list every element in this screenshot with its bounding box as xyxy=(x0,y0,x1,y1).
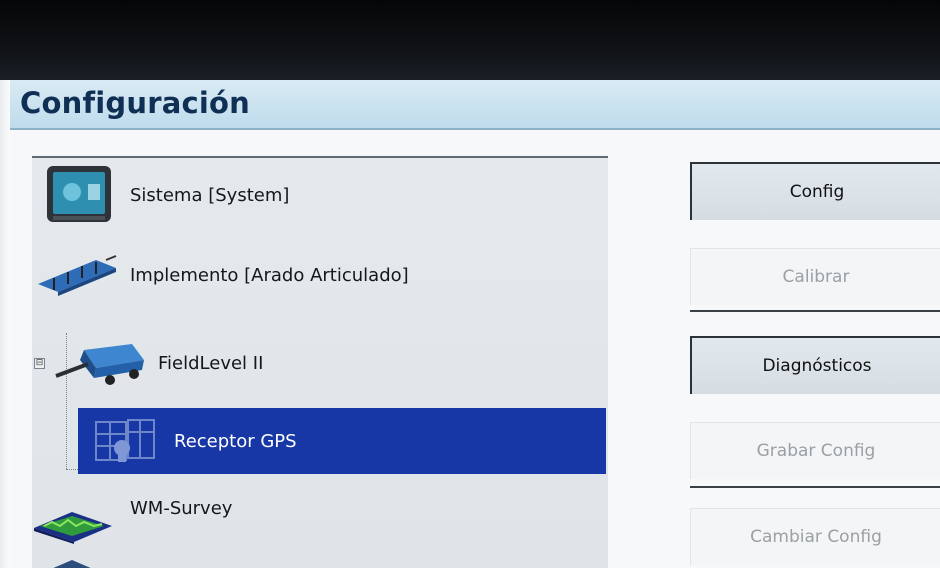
calibrate-button[interactable]: Calibrar xyxy=(690,248,940,305)
display-icon xyxy=(47,166,111,222)
tree-item-label: Sistema [System] xyxy=(130,184,290,206)
button-divider xyxy=(690,310,940,312)
configuration-tree[interactable]: ⊟ Sistema [System] Implemento [Arado Art… xyxy=(32,156,608,568)
tree-item-gps-receiver[interactable]: Receptor GPS xyxy=(78,408,606,474)
tree-item-wm-survey[interactable]: WM-Survey xyxy=(32,484,608,550)
tree-item-fieldlevel[interactable]: FieldLevel II xyxy=(32,330,608,396)
page-title: Configuración xyxy=(20,86,250,120)
device-bezel-top xyxy=(0,0,940,80)
diagnostics-button[interactable]: Diagnósticos xyxy=(690,336,940,394)
tree-item-system[interactable]: Sistema [System] xyxy=(32,162,608,228)
survey-terrain-icon xyxy=(34,512,112,544)
tree-item-label: Receptor GPS xyxy=(174,430,297,452)
device-bezel-left xyxy=(0,80,10,568)
tree-item-label: Implemento [Arado Articulado] xyxy=(130,264,409,286)
tree-item-label: WM-Survey xyxy=(130,498,233,519)
partial-item-icon xyxy=(53,560,91,568)
fieldlevel-scraper-icon xyxy=(55,344,144,385)
tree-item-label: FieldLevel II xyxy=(158,352,264,374)
change-config-button[interactable]: Cambiar Config xyxy=(690,508,940,565)
button-divider xyxy=(690,486,940,488)
title-bar: Configuración xyxy=(10,80,940,130)
configuration-screen: Configuración ⊟ Sistema [System] Impleme… xyxy=(10,80,940,568)
config-button[interactable]: Config xyxy=(690,162,940,220)
tree-item-implement[interactable]: Implemento [Arado Articulado] xyxy=(32,242,608,308)
plow-implement-icon xyxy=(38,255,117,296)
gps-receiver-icon xyxy=(95,419,155,462)
save-config-button[interactable]: Grabar Config xyxy=(690,422,940,479)
